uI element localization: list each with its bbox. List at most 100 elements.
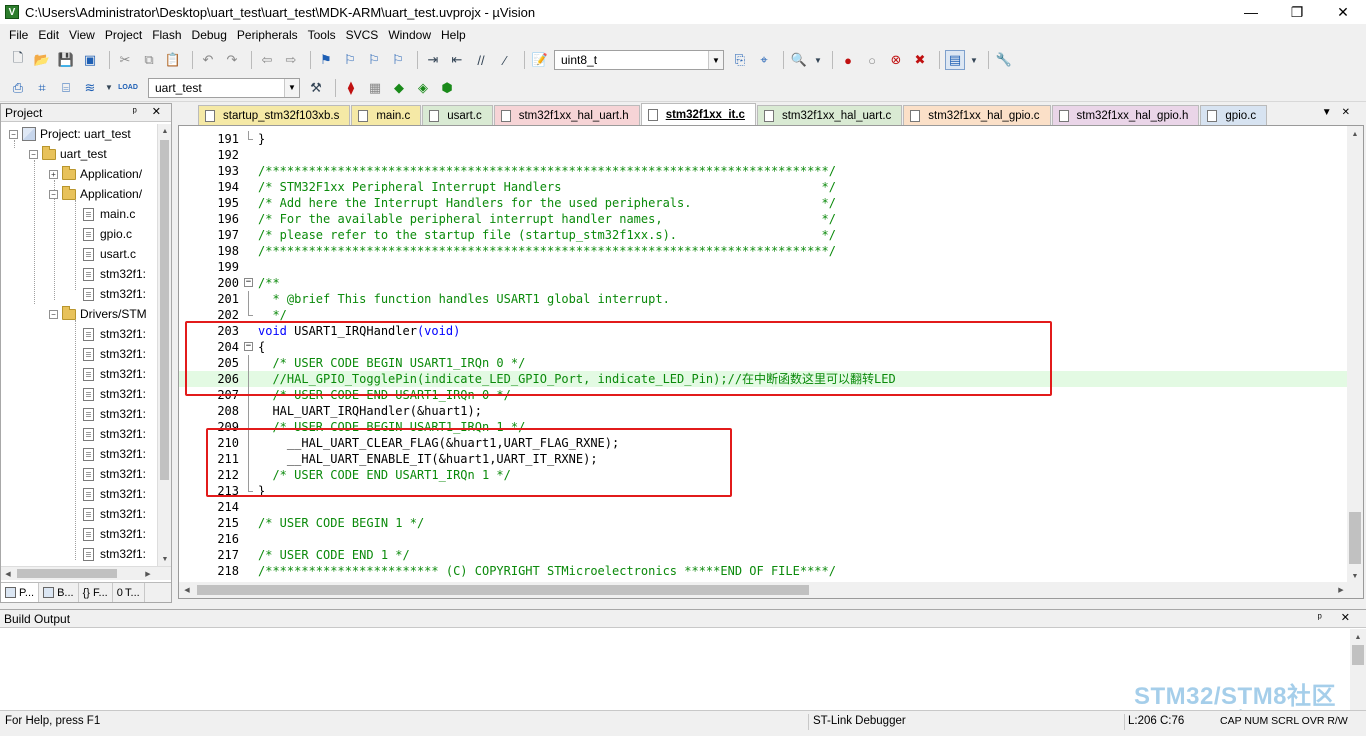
tree-group[interactable]: − Application/ — [49, 184, 142, 204]
uncomment-icon[interactable]: ⁄ — [495, 50, 515, 70]
tree-file[interactable]: stm32f1: — [83, 384, 146, 404]
scroll-left-icon[interactable]: ◀ — [179, 582, 195, 598]
code-line[interactable]: 194 /* STM32F1xx Peripheral Interrupt Han… — [179, 179, 1349, 195]
tree-file[interactable]: main.c — [83, 204, 135, 224]
chevron-down-icon[interactable]: ▼ — [104, 78, 114, 98]
scroll-down-icon[interactable]: ▼ — [158, 552, 172, 566]
file-tab-hal-uart-c[interactable]: stm32f1xx_hal_uart.c — [756, 105, 903, 125]
maximize-button[interactable]: ❐ — [1274, 0, 1320, 24]
pack-installer-icon[interactable]: ◈ — [413, 78, 433, 98]
file-tab-hal-uart-h[interactable]: stm32f1xx_hal_uart.h — [493, 105, 640, 125]
software-pack-icon[interactable]: ⬢ — [437, 78, 457, 98]
scroll-up-icon[interactable]: ▲ — [1350, 629, 1366, 645]
tab-templates[interactable]: 0 T... — [113, 583, 145, 602]
menu-svcs[interactable]: SVCS — [341, 25, 384, 45]
collapse-icon[interactable]: − — [49, 189, 58, 199]
code-line[interactable]: 191} — [179, 131, 1349, 147]
tree-file[interactable]: stm32f1: — [83, 324, 146, 344]
tree-file[interactable]: stm32f1: — [83, 504, 146, 524]
redo-icon[interactable]: ↷ — [222, 50, 242, 70]
menu-edit[interactable]: Edit — [33, 25, 64, 45]
open-folder-icon[interactable]: 📂 — [32, 50, 52, 70]
build-output-scrollbar[interactable]: ▲ — [1350, 629, 1366, 711]
rebuild-icon[interactable]: ⌸ — [56, 78, 76, 98]
scrollbar-thumb[interactable] — [160, 140, 169, 480]
cut-icon[interactable]: ✂ — [115, 50, 135, 70]
save-all-icon[interactable]: ▣ — [80, 50, 100, 70]
unindent-icon[interactable]: ⇤ — [447, 50, 467, 70]
menu-flash[interactable]: Flash — [147, 25, 186, 45]
target-select[interactable]: uart_test ▼ — [148, 77, 300, 98]
chevron-down-icon[interactable]: ▼ — [813, 50, 823, 70]
chevron-down-icon[interactable]: ▼ — [284, 78, 299, 97]
tree-file[interactable]: stm32f1: — [83, 424, 146, 444]
tree-file[interactable]: usart.c — [83, 244, 136, 264]
scrollbar-thumb[interactable] — [197, 585, 809, 595]
insert-breakpoint-icon[interactable]: ● — [838, 50, 858, 70]
batch-build-icon[interactable]: ≋ — [80, 78, 100, 98]
tree-file[interactable]: gpio.c — [83, 224, 132, 244]
bookmark-clear-icon[interactable]: ⚐ — [388, 50, 408, 70]
tab-list-close-icon[interactable]: ▼✕ — [1322, 107, 1360, 118]
tree-project-root[interactable]: − Project: uart_test — [9, 124, 131, 144]
minimize-button[interactable]: — — [1228, 0, 1274, 24]
debug-session-icon[interactable]: 🔍 — [789, 50, 809, 70]
code-line[interactable]: 200−/** — [179, 275, 1349, 291]
copy-icon[interactable]: ⧉ — [139, 50, 159, 70]
expand-icon[interactable]: + — [49, 169, 58, 179]
tree-file[interactable]: stm32f1: — [83, 544, 146, 564]
tree-file[interactable]: stm32f1: — [83, 364, 146, 384]
download-load-icon[interactable]: LOAD — [118, 78, 138, 98]
nav-back-icon[interactable]: ⇦ — [257, 50, 277, 70]
tree-file[interactable]: stm32f1: — [83, 404, 146, 424]
tree-file[interactable]: stm32f1: — [83, 524, 146, 544]
menu-project[interactable]: Project — [100, 25, 147, 45]
file-tab-hal-gpio-h[interactable]: stm32f1xx_hal_gpio.h — [1051, 105, 1200, 125]
find-combo[interactable]: uint8_t ▼ — [554, 50, 724, 70]
file-tab-hal-gpio-c[interactable]: stm32f1xx_hal_gpio.c — [903, 105, 1051, 125]
disable-all-breakpoints-icon[interactable]: ⊗ — [886, 50, 906, 70]
comment-icon[interactable]: // — [471, 50, 491, 70]
code-line[interactable]: 192 — [179, 147, 1349, 163]
scroll-up-icon[interactable]: ▲ — [1347, 126, 1363, 142]
tree-file[interactable]: stm32f1: — [83, 484, 146, 504]
menu-tools[interactable]: Tools — [303, 25, 341, 45]
file-tab-startup[interactable]: startup_stm32f103xb.s — [198, 105, 351, 125]
code-line[interactable]: 214 — [179, 499, 1349, 515]
scroll-right-icon[interactable]: ▶ — [141, 567, 155, 581]
panel-pin-close-icon[interactable]: ᵖ ✕ — [133, 105, 167, 118]
translate-icon[interactable]: ⎙ — [8, 78, 28, 98]
build-icon[interactable]: ⌗ — [32, 78, 52, 98]
enable-breakpoint-icon[interactable]: ○ — [862, 50, 882, 70]
tab-project[interactable]: P... — [1, 583, 40, 602]
code-line[interactable]: 196 /* For the available peripheral inter… — [179, 211, 1349, 227]
menu-peripherals[interactable]: Peripherals — [232, 25, 303, 45]
manage-run-time-icon[interactable]: ◆ — [389, 78, 409, 98]
scrollbar-thumb[interactable] — [1349, 512, 1361, 564]
code-line[interactable]: 201 * @brief This function handles USART… — [179, 291, 1349, 307]
incremental-find-icon[interactable]: ⌖ — [754, 50, 774, 70]
tree-file[interactable]: stm32f1: — [83, 464, 146, 484]
code-line[interactable]: 198 /************************************… — [179, 243, 1349, 259]
code-line[interactable]: 218 /************************ (C) COPYRIG… — [179, 563, 1349, 579]
new-file-icon[interactable]: 🗋 — [8, 50, 28, 70]
window-layout-icon[interactable]: ▤ — [945, 50, 965, 70]
tree-target[interactable]: − uart_test — [29, 144, 107, 164]
scrollbar-thumb[interactable] — [1352, 645, 1364, 665]
menu-file[interactable]: File — [4, 25, 33, 45]
tree-file[interactable]: stm32f1: — [83, 344, 146, 364]
target-options-icon[interactable]: ⚒ — [306, 78, 326, 98]
find-in-files-icon[interactable]: 📝 — [530, 50, 550, 70]
tree-file[interactable]: stm32f1: — [83, 264, 146, 284]
collapse-icon[interactable]: − — [9, 129, 18, 139]
configure-wrench-icon[interactable]: 🔧 — [994, 50, 1014, 70]
menu-help[interactable]: Help — [436, 25, 471, 45]
file-tab-gpio[interactable]: gpio.c — [1200, 105, 1268, 125]
file-tab-it-c[interactable]: stm32f1xx_it.c — [640, 103, 756, 125]
bookmark-prev-icon[interactable]: ⚐ — [340, 50, 360, 70]
bookmark-next-icon[interactable]: ⚐ — [364, 50, 384, 70]
code-line[interactable]: 215 /* USER CODE BEGIN 1 */ — [179, 515, 1349, 531]
chevron-down-icon[interactable]: ▼ — [969, 50, 979, 70]
undo-icon[interactable]: ↶ — [198, 50, 218, 70]
code-line[interactable]: 208 HAL_UART_IRQHandler(&huart1); — [179, 403, 1349, 419]
